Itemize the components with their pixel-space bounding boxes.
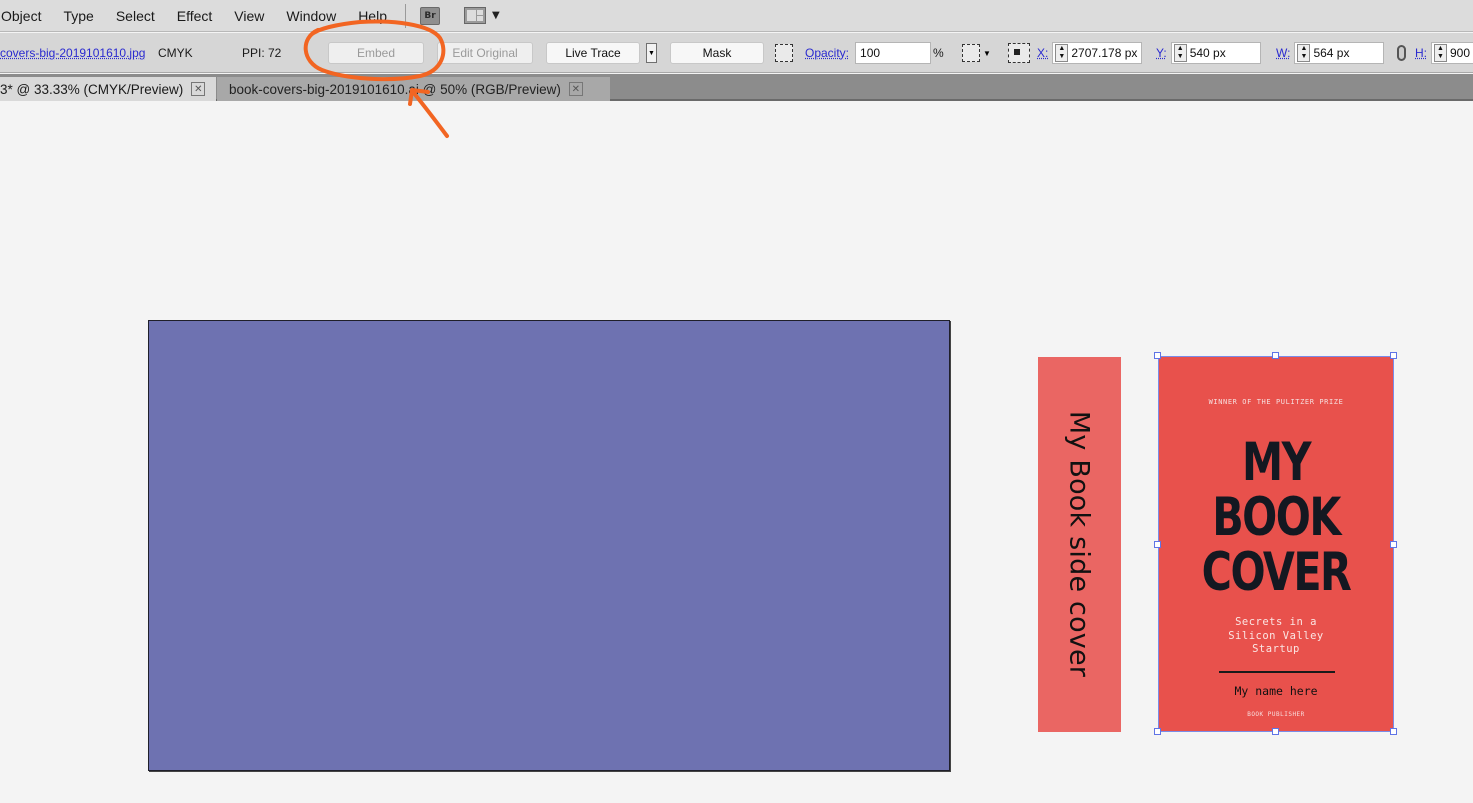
x-input[interactable]: ▲ ▼ 2707.178 px [1052,42,1143,64]
opacity-link[interactable]: Opacity: [805,46,849,60]
ppi-group: PPI: 72 [242,33,281,73]
cover-award-text: WINNER OF THE PULITZER PRIZE [1208,398,1344,406]
cover-title-line: COVER [1201,542,1352,603]
menu-help[interactable]: Help [358,7,387,24]
workspace-layout-icon [463,7,486,24]
caret-down-icon[interactable]: ▼ [983,49,991,58]
selection-handle-top[interactable] [1272,352,1279,359]
h-value: 900 [1450,46,1471,60]
selection-handle-top-right[interactable] [1390,352,1397,359]
selection-handle-bottom-right[interactable] [1390,728,1397,735]
tab-label: book-covers-big-2019101610.ai @ 50% (RGB… [229,81,561,97]
w-spinner[interactable]: ▲ ▼ [1297,44,1311,62]
menu-view[interactable]: View [234,7,264,24]
selection-handle-left[interactable] [1154,541,1161,548]
x-group: X: ▲ ▼ 2707.178 px [1037,33,1143,73]
bridge-button[interactable]: Br [419,6,440,25]
menu-effect[interactable]: Effect [177,7,213,24]
live-trace-button[interactable]: Live Trace [546,42,640,64]
selection-handle-bottom[interactable] [1272,728,1279,735]
opacity-unit: % [933,46,944,60]
color-mode-group: CMYK [158,33,193,73]
x-spinner[interactable]: ▲ ▼ [1055,44,1069,62]
edit-original-button[interactable]: Edit Original [437,42,533,64]
tracing-presets-dropdown[interactable]: ▼ [646,43,657,63]
isolate-mask-icon[interactable] [775,44,793,62]
menu-separator [404,3,406,28]
isolate-group [775,33,793,73]
h-input[interactable]: ▲ ▼ 900 [1431,42,1473,64]
selection-handle-top-left[interactable] [1154,352,1161,359]
close-icon[interactable]: ✕ [568,82,583,96]
x-value: 2707.178 px [1071,46,1138,60]
embed-group: Embed [328,33,424,73]
constrain-group [1397,33,1406,73]
y-value: 540 px [1189,46,1226,60]
recolor-group: ▼ [962,33,991,73]
menu-select[interactable]: Select [116,7,155,24]
book-spine-rectangle[interactable]: My Book side cover [1038,357,1121,732]
menu-object[interactable]: Object [1,7,41,24]
edit-original-group: Edit Original [437,33,533,73]
tab-document-1[interactable]: 3* @ 33.33% (CMYK/Preview) ✕ [0,77,216,101]
w-label[interactable]: W: [1276,46,1290,60]
embed-button[interactable]: Embed [328,42,424,64]
cover-divider [1219,671,1335,673]
spine-text[interactable]: My Book side cover [1064,411,1095,677]
constrain-proportions-icon[interactable] [1397,45,1406,61]
cover-title-line: MY [1242,432,1312,493]
opacity-input[interactable]: 100 [855,42,932,64]
h-spinner[interactable]: ▲ ▼ [1434,44,1447,62]
tab-document-2[interactable]: book-covers-big-2019101610.ai @ 50% (RGB… [217,77,610,101]
w-input[interactable]: ▲ ▼ 564 px [1294,42,1385,64]
y-label[interactable]: Y: [1156,46,1167,60]
cover-subtitle: Secrets in a Silicon Valley Startup [1228,616,1324,655]
workspace-switcher[interactable]: ▼ [463,7,500,24]
h-label[interactable]: H: [1415,46,1427,60]
mask-button[interactable]: Mask [670,42,764,64]
book-cover-image[interactable]: WINNER OF THE PULITZER PRIZE MY BOOK COV… [1158,356,1394,732]
control-bar: covers-big-2019101610.jpg CMYK PPI: 72 E… [0,33,1473,73]
menu-type[interactable]: Type [63,7,93,24]
reference-point-group [1008,33,1030,73]
document-tab-bar: 3* @ 33.33% (CMYK/Preview) ✕ book-covers… [0,74,1473,101]
h-group: H: ▲ ▼ 900 [1415,33,1473,73]
transform-options-icon[interactable] [962,44,980,62]
blue-rectangle-artboard[interactable] [148,320,950,771]
x-label[interactable]: X: [1037,46,1048,60]
document-canvas[interactable]: My Book side cover WINNER OF THE PULITZE… [0,101,1473,803]
y-spinner[interactable]: ▲ ▼ [1173,44,1187,62]
live-trace-group: Live Trace ▼ [546,33,657,73]
linked-file-group: covers-big-2019101610.jpg [0,33,145,73]
ppi-label: PPI: 72 [242,46,282,60]
selection-handle-right[interactable] [1390,541,1397,548]
close-icon[interactable]: ✕ [191,82,206,96]
menu-bar: Object Type Select Effect View Window He… [0,0,1473,32]
linked-file-link[interactable]: covers-big-2019101610.jpg [0,46,145,60]
caret-down-icon: ▼ [491,10,500,21]
mask-group: Mask [670,33,764,73]
cover-title-line: BOOK [1212,487,1341,548]
opacity-group: Opacity: 100 % [805,33,944,73]
cover-author: My name here [1234,684,1318,698]
y-input[interactable]: ▲ ▼ 540 px [1170,42,1261,64]
w-group: W: ▲ ▼ 564 px [1276,33,1385,73]
illustrator-window: Object Type Select Effect View Window He… [0,0,1473,803]
w-value: 564 px [1313,46,1350,60]
reference-point-icon[interactable] [1008,43,1030,63]
tab-label: 3* @ 33.33% (CMYK/Preview) [0,81,184,97]
selection-handle-bottom-left[interactable] [1154,728,1161,735]
cover-publisher: BOOK PUBLISHER [1247,711,1305,718]
color-mode-label: CMYK [158,46,193,60]
y-group: Y: ▲ ▼ 540 px [1156,33,1261,73]
menu-window[interactable]: Window [286,7,336,24]
